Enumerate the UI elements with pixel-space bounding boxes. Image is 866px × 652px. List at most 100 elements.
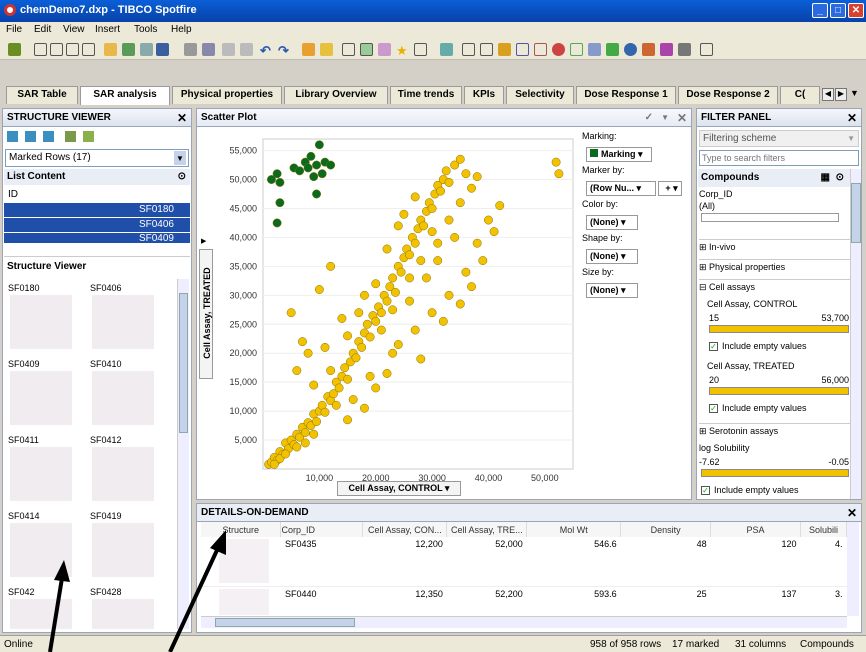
data-point[interactable] (405, 296, 414, 306)
open-icon[interactable] (104, 43, 117, 56)
data-point[interactable] (433, 238, 443, 248)
data-point[interactable] (317, 169, 327, 179)
menu-view[interactable]: View (63, 24, 85, 35)
structure-thumbnail[interactable]: SF0419 (88, 511, 160, 581)
column-header[interactable]: PSA (710, 522, 801, 537)
data-point[interactable] (275, 177, 285, 187)
heatmap-icon[interactable] (642, 43, 655, 56)
marking-dropdown[interactable]: Marking ▾ (586, 147, 652, 162)
filter-group-in-vivo[interactable]: ⊞ In-vivo (699, 239, 851, 253)
structure-thumbnail[interactable]: SF0410 (88, 359, 160, 429)
copy-icon[interactable] (7, 131, 18, 142)
data-point[interactable] (388, 348, 398, 358)
data-point[interactable] (393, 221, 403, 231)
data-point[interactable] (478, 256, 488, 266)
save-icon[interactable] (156, 43, 169, 56)
check-icon[interactable]: ✓ (645, 109, 653, 127)
parallel-icon[interactable] (660, 43, 673, 56)
crosstable-icon[interactable] (480, 43, 493, 56)
tab-dose-response-2[interactable]: Dose Response 2 (678, 86, 778, 104)
filter-search-input[interactable] (699, 150, 859, 166)
tab-physical-properties[interactable]: Physical properties (172, 86, 282, 104)
data-point[interactable] (343, 374, 352, 384)
menu-insert[interactable]: Insert (95, 24, 120, 35)
tab-sar-analysis[interactable]: SAR analysis (80, 86, 170, 105)
structure-thumbnail[interactable]: SF0412 (88, 435, 160, 505)
checkbox[interactable]: ✓ (709, 342, 718, 351)
structure-thumbnail[interactable]: SF0428 (88, 587, 160, 629)
data-point[interactable] (331, 400, 341, 410)
close-icon[interactable]: ✕ (847, 504, 857, 522)
data-point[interactable] (455, 198, 465, 208)
data-point[interactable] (312, 417, 321, 426)
star-icon[interactable]: ★ (396, 43, 409, 58)
x-axis-selector[interactable]: Cell Assay, CONTROL ▾ (337, 481, 461, 496)
table-row[interactable]: SF0435 12,200 52,000 546.6 48 120 4. (201, 537, 847, 587)
shape-by-dropdown[interactable]: (None) ▾ (586, 249, 638, 264)
data-point[interactable] (396, 267, 406, 277)
data-point[interactable] (320, 407, 330, 417)
tab-kpis[interactable]: KPIs (464, 86, 504, 104)
minimize-button[interactable]: _ (812, 3, 828, 18)
filter-icon[interactable] (342, 43, 355, 56)
data-point[interactable] (416, 354, 426, 364)
data-point[interactable] (300, 438, 310, 448)
data-point[interactable] (360, 290, 369, 300)
data-point[interactable] (357, 342, 367, 352)
filter-group-physical-properties[interactable]: ⊞ Physical properties (699, 259, 851, 273)
data-point[interactable] (382, 296, 392, 306)
data-point[interactable] (391, 287, 400, 297)
treated-range-slider[interactable] (709, 387, 849, 395)
tab-scroll-right-button[interactable]: ▶ (835, 88, 847, 101)
data-point[interactable] (438, 316, 448, 326)
line-chart-icon[interactable] (516, 43, 529, 56)
data-point[interactable] (388, 273, 398, 283)
data-point[interactable] (472, 238, 482, 248)
data-point[interactable] (382, 244, 392, 254)
filter-group-serotonin[interactable]: ⊞ Serotonin assays (699, 423, 851, 437)
data-point[interactable] (314, 285, 324, 294)
data-point[interactable] (376, 308, 386, 318)
column-header[interactable]: Cell Assay, CON... (362, 522, 448, 537)
list-item[interactable]: SF0406 (4, 218, 190, 232)
collapse-icon[interactable]: ⊙ (178, 169, 186, 185)
data-point[interactable] (312, 189, 321, 199)
structure-thumbnail[interactable]: SF0409 (6, 359, 78, 429)
structure-thumbnail[interactable]: SF0414 (6, 511, 78, 581)
data-point[interactable] (309, 172, 319, 182)
data-point[interactable] (422, 273, 431, 283)
tab-overflow[interactable]: C( (780, 86, 820, 104)
checkbox[interactable]: ✓ (701, 486, 710, 495)
data-point[interactable] (306, 151, 316, 161)
data-point[interactable] (444, 290, 454, 300)
settings-icon[interactable] (65, 131, 76, 142)
data-point[interactable] (427, 308, 437, 318)
data-point[interactable] (272, 218, 282, 228)
chevron-down-icon[interactable]: ▼ (661, 109, 669, 127)
column-header[interactable]: Density (620, 522, 712, 537)
close-icon[interactable]: ✕ (177, 109, 187, 127)
data-point[interactable] (455, 299, 465, 309)
bar-chart-icon[interactable] (498, 43, 511, 56)
marking-icon[interactable] (360, 43, 373, 56)
close-icon[interactable]: ✕ (677, 109, 687, 127)
menu-edit[interactable]: Edit (34, 24, 51, 35)
data-point[interactable] (354, 308, 364, 318)
tab-time-trends[interactable]: Time trends (390, 86, 462, 104)
data-point[interactable] (269, 459, 279, 469)
vertical-scrollbar[interactable] (177, 279, 189, 629)
tab-dose-response-1[interactable]: Dose Response 1 (576, 86, 676, 104)
solubility-range-slider[interactable] (701, 469, 849, 477)
new-page-icon[interactable] (440, 43, 453, 56)
data-point[interactable] (419, 221, 429, 231)
table-icon[interactable]: ▦ (821, 169, 830, 187)
tab-list-button[interactable]: ▼ (850, 88, 859, 98)
data-point[interactable] (365, 332, 375, 342)
column-header[interactable]: Structure (201, 522, 282, 537)
close-button[interactable]: ✕ (848, 3, 864, 18)
column-header[interactable]: Solubili (800, 522, 848, 537)
data-point[interactable] (337, 314, 347, 323)
data-point[interactable] (303, 163, 313, 173)
data-point[interactable] (360, 403, 369, 413)
data-point[interactable] (362, 319, 372, 329)
